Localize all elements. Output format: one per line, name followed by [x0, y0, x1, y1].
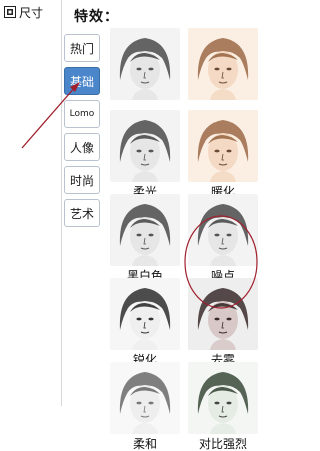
size-label: 尺寸 [19, 5, 44, 20]
effect-item[interactable]: 柔和 [108, 362, 182, 451]
effect-item[interactable]: 黑白色 [108, 194, 182, 283]
effect-label: 柔和 [132, 437, 157, 451]
effect-item[interactable]: 噪点 [186, 194, 260, 283]
effect-item[interactable] [108, 28, 182, 117]
tab-art[interactable]: 艺术 [64, 199, 100, 227]
effect-thumbnail[interactable] [110, 278, 180, 350]
effect-thumbnail[interactable] [110, 28, 180, 100]
effect-category-tabs: 热门 基础 Lomo 人像 时尚 艺术 [64, 34, 102, 232]
size-button[interactable]: 尺寸 [4, 4, 43, 20]
tab-fashion[interactable]: 时尚 [64, 166, 100, 194]
effect-item[interactable] [186, 28, 260, 117]
effect-thumbnail[interactable] [188, 110, 258, 182]
effect-item[interactable]: 去雾 [186, 278, 260, 367]
effect-thumbnail[interactable] [110, 110, 180, 182]
effect-thumbnail[interactable] [110, 194, 180, 266]
effects-panel: 特效： 热门 基础 Lomo 人像 时尚 艺术 柔光 暖化 黑白色 噪点 锐化 去雾柔和 对… [62, 0, 266, 451]
effect-label: 对比强烈 [198, 437, 247, 451]
effect-thumbnail[interactable] [188, 278, 258, 350]
tab-lomo[interactable]: Lomo [64, 100, 100, 128]
effect-item[interactable]: 暖化 [186, 110, 260, 199]
panel-title: 特效： [74, 9, 119, 25]
tab-portrait[interactable]: 人像 [64, 133, 100, 161]
effect-thumbnail[interactable] [188, 194, 258, 266]
effect-thumbnail[interactable] [188, 362, 258, 434]
left-toolbar: 尺寸 [0, 0, 62, 406]
effect-thumbnail[interactable] [110, 362, 180, 434]
tab-hot[interactable]: 热门 [64, 34, 100, 62]
effect-thumbnail[interactable] [188, 28, 258, 100]
effect-item[interactable]: 柔光 [108, 110, 182, 199]
crop-icon [4, 6, 16, 18]
effect-item[interactable]: 对比强烈 [186, 362, 260, 451]
tab-basic[interactable]: 基础 [64, 67, 100, 95]
effect-item[interactable]: 锐化 [108, 278, 182, 367]
